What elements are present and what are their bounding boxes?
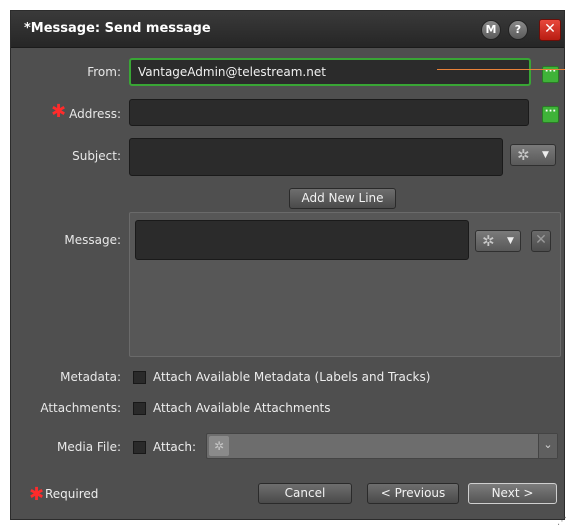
add-new-line-button[interactable]: Add New Line xyxy=(289,188,396,209)
from-label: From: xyxy=(87,65,121,79)
required-star-icon: ✱ xyxy=(29,484,45,505)
help-button[interactable]: ? xyxy=(508,20,528,40)
caret-down-icon: ▼ xyxy=(507,236,514,246)
annotation-pointer xyxy=(437,69,565,70)
attachments-label: Attachments: xyxy=(40,401,121,415)
subject-label: Subject: xyxy=(72,149,121,163)
send-message-dialog: *Message: Send message M ? ✕ From: Vanta… xyxy=(10,10,567,527)
attachments-checkbox-label: Attach Available Attachments xyxy=(153,401,331,415)
metadata-checkbox-label: Attach Available Metadata (Labels and Tr… xyxy=(153,370,431,384)
required-legend: Required xyxy=(45,487,99,501)
address-label: Address: xyxy=(69,107,121,121)
message-label: Message: xyxy=(64,233,121,247)
metadata-checkbox[interactable] xyxy=(133,371,146,384)
gear-icon: ✲ xyxy=(517,146,530,164)
subject-field[interactable] xyxy=(129,138,503,176)
attachments-checkbox[interactable] xyxy=(133,402,146,415)
m-button[interactable]: M xyxy=(481,20,501,40)
close-button[interactable]: ✕ xyxy=(539,19,561,41)
media-file-attach-label: Attach: xyxy=(153,440,197,454)
metadata-label: Metadata: xyxy=(60,370,121,384)
message-field[interactable] xyxy=(135,220,469,260)
remove-line-button[interactable]: ✕ xyxy=(531,230,551,252)
media-file-select[interactable]: ✲ ⌄ xyxy=(206,433,558,459)
chevron-down-icon: ⌄ xyxy=(538,434,557,458)
dialog-title: *Message: Send message xyxy=(24,21,211,36)
subject-variable-menu[interactable]: ✲ ▼ xyxy=(510,144,556,166)
from-field[interactable]: VantageAdmin@telestream.net xyxy=(129,58,531,86)
media-file-label: Media File: xyxy=(57,440,121,454)
gear-icon: ✲ xyxy=(482,232,495,250)
next-button[interactable]: Next > xyxy=(468,483,557,504)
resize-grip-icon[interactable]: ⋰ xyxy=(557,517,567,527)
previous-button[interactable]: < Previous xyxy=(367,483,459,504)
caret-down-icon: ▼ xyxy=(542,150,549,160)
address-field[interactable] xyxy=(129,99,529,126)
address-options-button[interactable]: ··· xyxy=(542,106,559,123)
message-variable-menu[interactable]: ✲ ▼ xyxy=(475,230,521,252)
media-file-checkbox[interactable] xyxy=(133,441,146,454)
media-file-icon: ✲ xyxy=(209,436,229,456)
cancel-button[interactable]: Cancel xyxy=(258,483,352,504)
title-bar: *Message: Send message M ? ✕ xyxy=(11,11,564,48)
